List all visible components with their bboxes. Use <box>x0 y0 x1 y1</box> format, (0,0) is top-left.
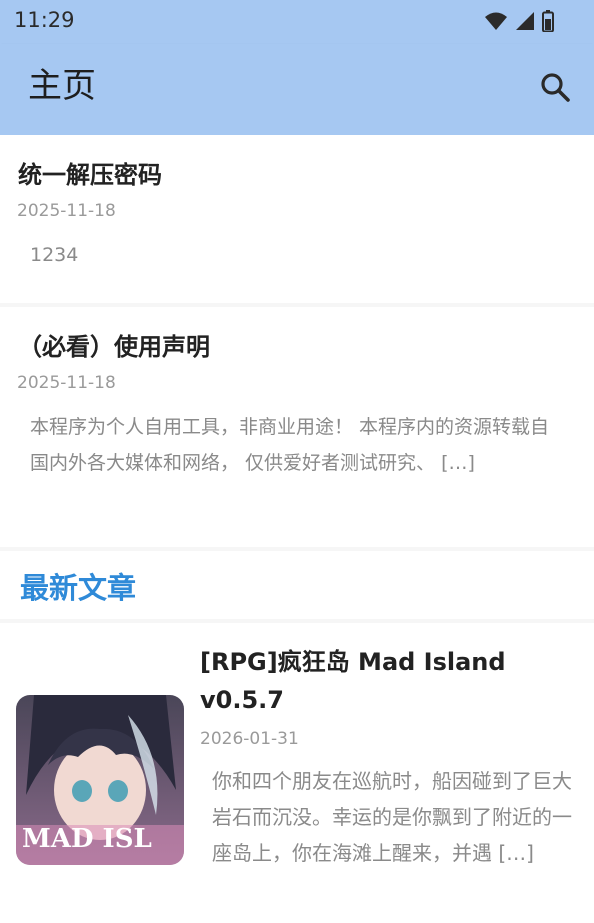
search-icon[interactable] <box>538 70 574 106</box>
app-bar: 主页 <box>0 44 594 135</box>
post-card[interactable]: （必看）使用声明 2025-11-18 本程序为个人自用工具，非商业用途！ 本程… <box>0 307 594 547</box>
post-excerpt: 1234 <box>30 244 79 266</box>
post-excerpt: 本程序为个人自用工具，非商业用途！ 本程序内的资源转载自国内外各大媒体和网络， … <box>30 416 550 474</box>
search-button[interactable] <box>538 70 574 106</box>
status-icons <box>484 10 554 36</box>
status-bar: 11:29 <box>0 0 594 44</box>
post-date: 2025-11-18 <box>17 373 116 393</box>
article-excerpt: 你和四个朋友在巡航时，船因碰到了巨大岩石而沉没。幸运的是你飘到了附近的一座岛上，… <box>212 769 572 865</box>
post-title[interactable]: 统一解压密码 <box>18 155 162 190</box>
article-item[interactable]: MAD ISL [RPG]疯狂岛 Mad Island v0.5.7 2026-… <box>0 623 594 923</box>
article-date: 2026-01-31 <box>200 729 299 749</box>
cell-signal-icon <box>514 11 536 35</box>
latest-section-header: 最新文章 <box>0 551 594 619</box>
post-date: 2025-11-18 <box>17 201 116 221</box>
content-list: 统一解压密码 2025-11-18 1234 （必看）使用声明 2025-11-… <box>0 135 594 923</box>
wifi-icon <box>484 11 508 35</box>
post-card[interactable]: 统一解压密码 2025-11-18 1234 <box>0 135 594 303</box>
thumbnail-text: MAD ISL <box>22 824 152 854</box>
article-thumbnail[interactable]: MAD ISL <box>16 695 184 865</box>
page-title: 主页 <box>28 66 96 106</box>
article-title[interactable]: [RPG]疯狂岛 Mad Island v0.5.7 <box>200 643 580 719</box>
post-title[interactable]: （必看）使用声明 <box>18 327 210 362</box>
section-title: 最新文章 <box>20 571 137 605</box>
battery-icon <box>542 10 554 36</box>
status-time: 11:29 <box>14 8 75 32</box>
